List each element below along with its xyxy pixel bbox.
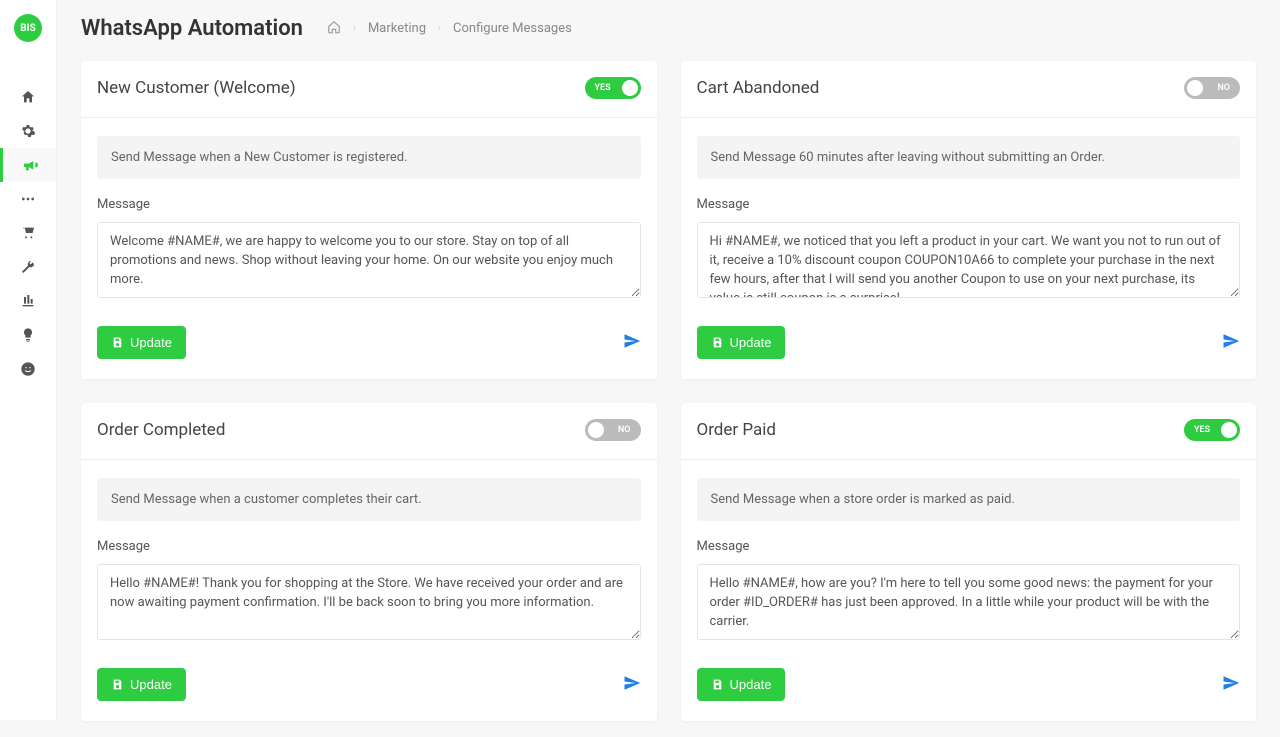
lightbulb-icon [20,327,36,343]
nav-profile[interactable] [0,352,56,386]
home-icon[interactable] [327,20,341,38]
save-icon [711,678,724,691]
nav-settings[interactable] [0,114,56,148]
breadcrumb: › Marketing › Configure Messages [327,20,572,38]
chart-icon [20,293,36,309]
info-text: Send Message when a New Customer is regi… [97,136,641,179]
card-title: Cart Abandoned [697,78,820,98]
message-input[interactable] [697,564,1241,640]
nav-home[interactable] [0,80,56,114]
send-test-button[interactable] [623,674,641,696]
update-button[interactable]: Update [697,326,786,359]
sidebar: BIS [0,0,57,720]
paper-plane-icon [623,674,641,692]
paper-plane-icon [1222,332,1240,350]
info-text: Send Message 60 minutes after leaving wi… [697,136,1241,179]
save-icon [111,678,124,691]
breadcrumb-configure[interactable]: Configure Messages [453,21,572,36]
gear-icon [20,123,36,139]
page-title: WhatsApp Automation [81,16,303,41]
card-title: Order Completed [97,420,225,440]
app-logo: BIS [14,14,42,42]
save-icon [111,336,124,349]
message-input[interactable] [697,222,1241,298]
update-button[interactable]: Update [97,668,186,701]
info-text: Send Message when a customer completes t… [97,478,641,521]
message-label: Message [97,539,641,554]
cart-icon [20,225,36,241]
save-icon [711,336,724,349]
paper-plane-icon [623,332,641,350]
nav-cart[interactable] [0,216,56,250]
send-test-button[interactable] [623,332,641,354]
nav-more[interactable] [0,182,56,216]
message-input[interactable] [97,222,641,298]
nav-ideas[interactable] [0,318,56,352]
toggle-order-paid[interactable]: YES [1184,419,1240,441]
card-cart-abandoned: Cart Abandoned NO Send Message 60 minute… [681,61,1257,379]
home-icon [20,89,36,105]
toggle-order-completed[interactable]: NO [585,419,641,441]
card-title: New Customer (Welcome) [97,78,296,98]
nav-analytics[interactable] [0,284,56,318]
wrench-icon [20,259,36,275]
update-button[interactable]: Update [97,326,186,359]
message-input[interactable] [97,564,641,640]
chevron-right-icon: › [353,23,356,34]
smile-icon [20,361,36,377]
card-title: Order Paid [697,420,776,440]
toggle-cart-abandoned[interactable]: NO [1184,77,1240,99]
message-label: Message [697,197,1241,212]
send-test-button[interactable] [1222,332,1240,354]
bullhorn-icon [22,157,38,173]
update-button[interactable]: Update [697,668,786,701]
page-header: WhatsApp Automation › Marketing › Config… [81,16,1256,41]
paper-plane-icon [1222,674,1240,692]
breadcrumb-marketing[interactable]: Marketing [368,21,426,36]
message-label: Message [697,539,1241,554]
card-new-customer: New Customer (Welcome) YES Send Message … [81,61,657,379]
message-label: Message [97,197,641,212]
chevron-right-icon: › [438,23,441,34]
nav-tools[interactable] [0,250,56,284]
ellipsis-icon [20,191,36,207]
nav-marketing[interactable] [0,148,56,182]
card-order-paid: Order Paid YES Send Message when a store… [681,403,1257,721]
card-order-completed: Order Completed NO Send Message when a c… [81,403,657,721]
send-test-button[interactable] [1222,674,1240,696]
toggle-new-customer[interactable]: YES [585,77,641,99]
info-text: Send Message when a store order is marke… [697,478,1241,521]
